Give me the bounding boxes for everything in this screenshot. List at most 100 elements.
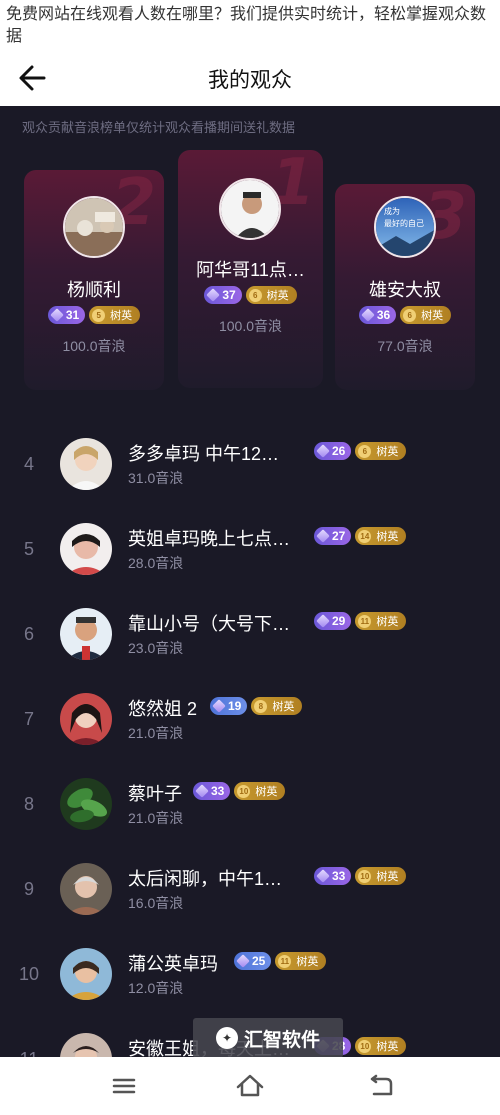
- avatar: [60, 608, 112, 660]
- badges: 33 10 树英: [314, 867, 407, 885]
- level-badge: 36: [358, 306, 397, 324]
- rank-number: 5: [23, 539, 34, 559]
- watermark: ✦ 汇智软件: [193, 1018, 343, 1058]
- avatar: [60, 948, 112, 1000]
- level-badge: 29: [314, 612, 352, 630]
- level-badge: 33: [314, 867, 352, 885]
- gem-icon: [236, 954, 250, 968]
- heart-icon: 10: [358, 1039, 372, 1053]
- level-badge: 19: [210, 697, 248, 715]
- fan-club-badge: 10 树英: [355, 867, 407, 885]
- podium-name: 阿华哥11点…: [196, 260, 305, 280]
- viewer-name: 太后闲聊，中午1…: [128, 869, 283, 889]
- heart-icon: 6: [248, 288, 262, 302]
- fan-club-badge: 11 树英: [355, 612, 407, 630]
- gem-icon: [316, 444, 330, 458]
- list-item[interactable]: 6 靠山小号（大号下… 29 11 树英 23.0音浪: [0, 600, 500, 685]
- heart-icon: 10: [237, 784, 251, 798]
- viewer-name: 蔡叶子: [128, 784, 182, 804]
- level-badge: 27: [314, 527, 352, 545]
- viewer-score: 21.0音浪: [128, 810, 184, 826]
- badges: 29 11 树英: [314, 612, 407, 630]
- heart-icon: 11: [278, 954, 292, 968]
- viewer-score: 21.0音浪: [128, 725, 184, 741]
- ranking-notice: 观众贡献音浪榜单仅统计观众看播期间送礼数据: [22, 120, 296, 135]
- heart-icon: 8: [254, 699, 268, 713]
- fan-club-badge: 10 树英: [234, 782, 286, 800]
- home-button[interactable]: [230, 1069, 270, 1103]
- heart-icon: 11: [358, 614, 372, 628]
- level-badge: 25: [234, 952, 272, 970]
- avatar: [60, 523, 112, 575]
- watermark-text: 汇智软件: [243, 1029, 320, 1051]
- home-icon: [236, 1074, 264, 1097]
- heart-icon: 6: [403, 308, 417, 322]
- system-nav-bar: [0, 1057, 500, 1115]
- return-button[interactable]: [360, 1069, 400, 1103]
- podium-name: 杨顺利: [67, 280, 121, 300]
- menu-icon: [112, 1078, 136, 1094]
- gem-icon: [316, 529, 330, 543]
- avatar: [60, 438, 112, 490]
- viewer-name: 靠山小号（大号下…: [128, 614, 290, 634]
- list-item[interactable]: 7 悠然姐 2 19 8 树英 21.0音浪: [0, 685, 500, 770]
- avatar: [60, 693, 112, 745]
- viewer-score: 12.0音浪: [128, 980, 184, 996]
- page-title: 我的观众: [208, 68, 292, 92]
- podium-badges: 36 6 树英: [335, 306, 475, 324]
- viewer-score: 23.0音浪: [128, 640, 184, 656]
- podium-score: 100.0音浪: [218, 318, 283, 334]
- rank-number: 6: [23, 624, 34, 644]
- caption-text: 免费网站在线观看人数在哪里？我们提供实时统计，轻松掌握观众数据: [0, 0, 500, 50]
- viewer-name: 蒲公英卓玛: [128, 954, 218, 974]
- viewer-name: 多多卓玛 中午12…: [128, 444, 280, 464]
- viewer-score: 16.0音浪: [128, 895, 184, 911]
- avatar: [60, 863, 112, 915]
- watermark-logo-icon: ✦: [215, 1027, 238, 1049]
- viewer-score: 28.0音浪: [128, 555, 184, 571]
- avatar: [60, 778, 112, 830]
- fan-club-badge: 11 树英: [275, 952, 327, 970]
- list-item[interactable]: 9 太后闲聊，中午1… 33 10 树英 16.0音浪: [0, 855, 500, 940]
- rank-number: 8: [23, 794, 34, 814]
- podium-name: 雄安大叔: [369, 280, 441, 300]
- heart-icon: 6: [358, 444, 372, 458]
- level-badge: 33: [193, 782, 231, 800]
- fan-club-badge: 14 树英: [355, 527, 407, 545]
- menu-button[interactable]: [104, 1069, 144, 1103]
- fan-club-badge: 6 树英: [355, 442, 407, 460]
- badges: 25 11 树英: [234, 952, 327, 970]
- list-item[interactable]: 4 多多卓玛 中午12… 26 6 树英 31.0音浪: [0, 430, 500, 515]
- list-item[interactable]: 10 蒲公英卓玛 25 11 树英 12.0音浪: [0, 940, 500, 1025]
- fan-club-badge: 5 树英: [89, 306, 141, 324]
- rank-number: 9: [23, 879, 34, 899]
- podium-card-rank-2[interactable]: 2 杨顺利 31 5 树英 100.0音浪: [24, 170, 164, 390]
- rank-number: 4: [23, 454, 34, 474]
- avatar: [63, 196, 125, 258]
- podium-card-rank-3[interactable]: 3 成为 最好的自己 雄安大叔 36 6 树英 77.0音浪: [335, 184, 475, 390]
- level-badge: 37: [204, 286, 242, 304]
- gem-icon: [361, 308, 375, 322]
- podium-badges: 31 5 树英: [24, 306, 164, 324]
- fan-club-badge: 10 树英: [355, 1037, 407, 1055]
- podium-badges: 37 6 树英: [178, 286, 323, 304]
- viewer-name: 悠然姐 2: [128, 699, 198, 719]
- list-item[interactable]: 8 蔡叶子 33 10 树英 21.0音浪: [0, 770, 500, 855]
- rank-number: 7: [23, 709, 34, 729]
- gem-icon: [316, 869, 330, 883]
- return-icon: [370, 1074, 393, 1096]
- heart-icon: 10: [358, 869, 372, 883]
- avatar: [219, 178, 281, 240]
- svg-text:最好的自己: 最好的自己: [384, 218, 424, 228]
- gem-icon: [316, 614, 330, 628]
- gem-icon: [50, 308, 64, 322]
- heart-icon: 5: [92, 308, 106, 322]
- badges: 33 10 树英: [193, 782, 286, 800]
- gem-icon: [206, 288, 221, 302]
- badges: 19 8 树英: [210, 697, 303, 715]
- podium-card-rank-1[interactable]: 1 阿华哥11点… 37 6 树英 100.0音浪: [178, 150, 323, 388]
- badges: 26 6 树英: [314, 442, 407, 460]
- heart-icon: 14: [358, 529, 372, 543]
- badges: 27 14 树英: [314, 527, 407, 545]
- list-item[interactable]: 5 英姐卓玛晚上七点… 27 14 树英 28.0音浪: [0, 515, 500, 600]
